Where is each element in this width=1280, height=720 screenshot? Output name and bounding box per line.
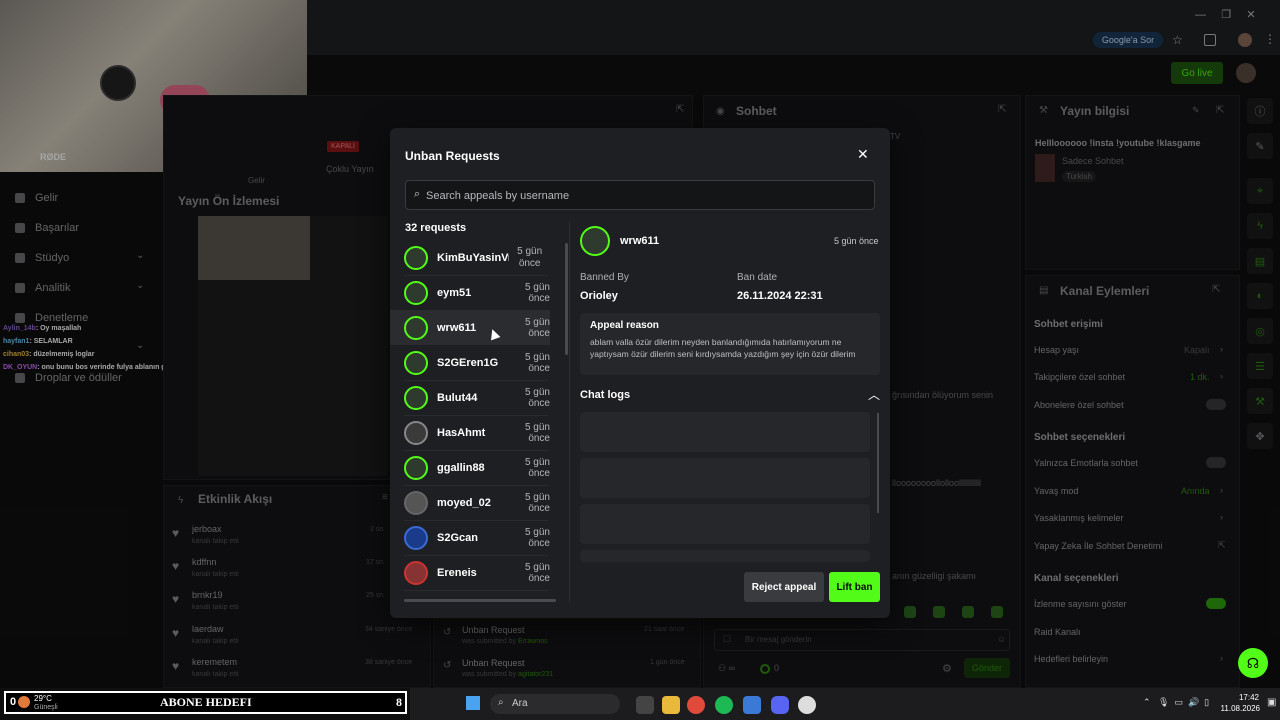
list-item[interactable]: HasAhmt 5 gün önce xyxy=(390,415,550,450)
clock-time: 17:42 xyxy=(1238,693,1259,702)
unban-requests-modal: Unban Requests ✕ ⌕ Search appeals by use… xyxy=(390,128,890,618)
avatar xyxy=(404,385,428,410)
appeal-text: ablam valla özür dilerim neyden banlandı… xyxy=(590,337,856,359)
avatar xyxy=(404,315,428,340)
tray-icons[interactable]: ⌃ 🎙 ▭ 🔊 ▯ xyxy=(1143,697,1209,708)
request-username: KimBuYasinVrl xyxy=(437,251,510,264)
chat-log-item xyxy=(580,504,870,544)
taskbar: ⌕ Ara ⌃ 🎙 ▭ 🔊 ▯ 17:42 11.08.2026 ▣ xyxy=(410,688,1280,720)
request-list: KimBuYasinVrl 5 gün önce eym51 5 gün önce … xyxy=(390,240,568,602)
search-input[interactable]: ⌕ Search appeals by username xyxy=(405,180,875,210)
search-icon: ⌕ xyxy=(498,697,504,708)
app-icon[interactable] xyxy=(743,696,761,714)
avatar xyxy=(404,350,428,375)
close-icon[interactable]: ✕ xyxy=(857,146,869,163)
windows-icon[interactable] xyxy=(466,696,480,710)
chat-log-scrollbar[interactable] xyxy=(877,413,879,513)
taskbar-search[interactable]: ⌕ Ara xyxy=(490,694,620,714)
list-item[interactable]: S2Gcan 5 gün önce xyxy=(390,520,550,555)
goal-target: 8 xyxy=(396,695,402,709)
chevron-up-icon[interactable]: ︿ xyxy=(868,386,880,403)
request-time: 5 gün önce xyxy=(524,456,550,479)
chat-log-item xyxy=(580,458,870,498)
weather-temp: 29°C xyxy=(34,694,52,703)
request-count: 32 requests xyxy=(405,222,467,234)
ban-date-value: 26.11.2024 22:31 xyxy=(737,290,823,302)
request-time: 5 gün önce xyxy=(524,281,550,304)
request-time: 5 gün önce xyxy=(524,421,550,444)
list-item[interactable]: ggallin88 5 gün önce xyxy=(390,450,550,485)
subscriber-goal-bar: 0 29°C Güneşli ABONE HEDEFI 8 xyxy=(4,691,407,714)
banned-by-value: Orioley xyxy=(580,290,618,302)
avatar xyxy=(404,245,428,270)
request-username: ggallin88 xyxy=(437,461,485,474)
avatar xyxy=(404,455,428,480)
goal-current: 0 xyxy=(10,696,17,708)
detail-time: 5 gün önce xyxy=(834,236,879,246)
chrome-icon[interactable] xyxy=(687,696,705,714)
task-view-icon[interactable] xyxy=(636,696,654,714)
list-item[interactable]: S2GEren1G 5 gün önce xyxy=(390,345,550,380)
avatar xyxy=(404,525,428,550)
taskbar-search-label: Ara xyxy=(512,698,528,709)
goal-title: ABONE HEDEFI xyxy=(160,695,252,709)
list-item[interactable]: eym51 5 gün önce xyxy=(390,275,550,310)
avatar xyxy=(404,420,428,445)
avatar xyxy=(404,560,428,585)
request-username: eym51 xyxy=(437,286,472,299)
list-item-selected[interactable]: wrw611 5 gün önce xyxy=(390,310,550,345)
appeal-reason-box: Appeal reason ablam valla özür dilerim n… xyxy=(580,313,880,375)
weather-desc: Güneşli xyxy=(34,704,58,711)
file-explorer-icon[interactable] xyxy=(662,696,680,714)
chat-log-item xyxy=(580,550,870,562)
avatar xyxy=(404,490,428,515)
weather-icon xyxy=(18,696,30,708)
search-icon: ⌕ xyxy=(414,188,421,200)
request-time: 5 gün önce xyxy=(524,526,550,549)
request-username: HasAhmt xyxy=(437,426,486,439)
request-time: 5 gün önce xyxy=(524,351,550,374)
request-time: 5 gün önce xyxy=(524,316,550,339)
request-username: moyed_02 xyxy=(437,496,491,509)
avatar xyxy=(580,226,610,256)
banned-by-label: Banned By xyxy=(580,272,629,283)
spotify-icon[interactable] xyxy=(715,696,733,714)
list-item[interactable]: KimBuYasinVrl 5 gün önce xyxy=(390,240,550,275)
discord-icon[interactable] xyxy=(771,696,789,714)
divider xyxy=(404,590,548,591)
search-placeholder: Search appeals by username xyxy=(426,190,570,202)
request-time: 5 gün önce xyxy=(524,491,550,514)
avatar xyxy=(404,280,428,305)
chat-logs-title: Chat logs xyxy=(580,389,631,401)
divider xyxy=(569,222,570,602)
request-time: 5 gün önce xyxy=(517,245,543,269)
appeal-label: Appeal reason xyxy=(590,320,659,331)
ban-date-label: Ban date xyxy=(737,272,778,283)
app-icon[interactable] xyxy=(798,696,816,714)
reject-appeal-button[interactable]: Reject appeal xyxy=(744,572,824,602)
list-item[interactable]: Ereneis 5 gün önce xyxy=(390,555,550,590)
request-time: 5 gün önce xyxy=(524,561,550,584)
detail-username: wrw611 xyxy=(620,235,660,247)
list-h-scrollbar[interactable] xyxy=(404,599,556,602)
list-scrollbar[interactable] xyxy=(565,243,568,355)
list-item[interactable]: moyed_02 5 gün önce xyxy=(390,485,550,520)
lift-ban-button[interactable]: Lift ban xyxy=(829,572,880,602)
list-item[interactable]: Bulut44 5 gün önce xyxy=(390,380,550,415)
request-username: S2Gcan xyxy=(437,531,478,544)
request-username: Bulut44 xyxy=(437,391,478,404)
request-time: 5 gün önce xyxy=(524,386,550,409)
request-username: S2GEren1G xyxy=(437,356,499,369)
request-username: Ereneis xyxy=(437,566,477,579)
clock-date: 11.08.2026 xyxy=(1220,704,1260,713)
support-icon[interactable]: ☊ xyxy=(1238,648,1268,678)
chat-log-item xyxy=(580,412,870,452)
notification-icon[interactable]: ▣ xyxy=(1267,697,1276,708)
modal-title: Unban Requests xyxy=(405,149,500,163)
